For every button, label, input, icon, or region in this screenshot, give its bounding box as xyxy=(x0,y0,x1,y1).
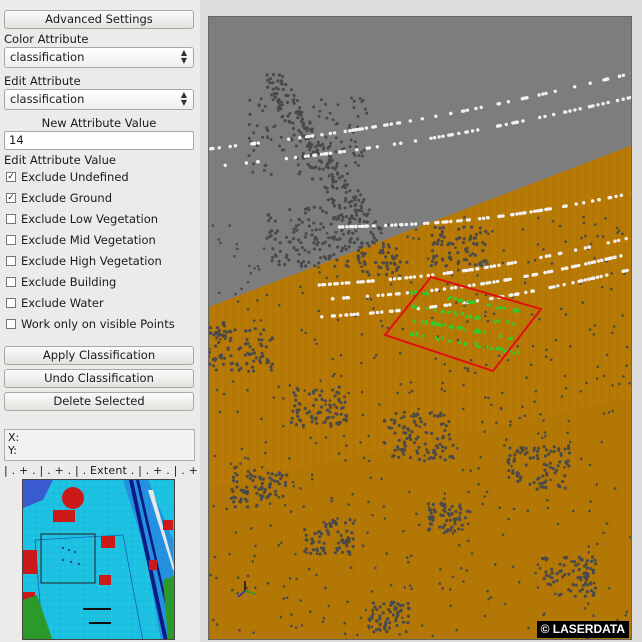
checkbox-checked[interactable]: ✓ xyxy=(6,193,16,203)
delete-selected-button[interactable]: Delete Selected xyxy=(4,392,194,411)
x-coordinate-label: X: xyxy=(8,431,20,444)
spin-arrows-icon: ▲ ▼ xyxy=(180,90,188,107)
minimap-image xyxy=(23,480,174,639)
color-attribute-label: Color Attribute xyxy=(4,32,89,46)
checkbox-row[interactable]: ✓ Exclude Undefined xyxy=(6,169,129,185)
checkbox-unchecked[interactable] xyxy=(6,256,16,266)
edit-attribute-select[interactable]: classification ▲ ▼ xyxy=(4,89,194,110)
checkbox-unchecked[interactable] xyxy=(6,214,16,224)
checkbox-unchecked[interactable] xyxy=(6,298,16,308)
checkbox-unchecked[interactable] xyxy=(6,277,16,287)
checkbox-unchecked[interactable] xyxy=(6,319,16,329)
checkbox-row[interactable]: Exclude Low Vegetation xyxy=(6,211,158,227)
checkbox-label: Exclude Undefined xyxy=(21,170,129,184)
extent-ruler: | . + . | . + . | . Extent . | . + . | .… xyxy=(4,464,214,477)
control-panel: Advanced Settings Color Attribute classi… xyxy=(0,0,213,642)
checkbox-row[interactable]: ✓ Exclude Ground xyxy=(6,190,112,206)
new-attribute-value-input[interactable]: 14 xyxy=(4,131,194,150)
point-cloud-render xyxy=(209,17,631,639)
checkbox-label: Exclude High Vegetation xyxy=(21,254,162,268)
checkbox-row[interactable]: Exclude Water xyxy=(6,295,104,311)
checkbox-unchecked[interactable] xyxy=(6,235,16,245)
spin-arrows-icon: ▲ ▼ xyxy=(180,48,188,65)
checkbox-label: Exclude Low Vegetation xyxy=(21,212,159,226)
advanced-settings-button[interactable]: Advanced Settings xyxy=(4,10,194,29)
checkbox-label: Exclude Building xyxy=(21,275,117,289)
checkbox-row[interactable]: Work only on visible Points xyxy=(6,316,175,332)
apply-classification-button[interactable]: Apply Classification xyxy=(4,346,194,365)
y-coordinate-label: Y: xyxy=(8,444,17,457)
new-attribute-value-label: New Attribute Value xyxy=(41,116,157,130)
checkbox-row[interactable]: Exclude Mid Vegetation xyxy=(6,232,156,248)
checkbox-label: Exclude Ground xyxy=(21,191,113,205)
color-attribute-value: classification xyxy=(10,50,85,64)
edit-attribute-value: classification xyxy=(10,92,85,106)
point-cloud-viewport[interactable]: © LASERDATA xyxy=(208,16,632,640)
edit-attribute-label: Edit Attribute xyxy=(4,74,81,88)
color-attribute-select[interactable]: classification ▲ ▼ xyxy=(4,47,194,68)
laserdata-watermark: © LASERDATA xyxy=(536,621,629,638)
edit-attribute-value-label: Edit Attribute Value xyxy=(4,153,116,167)
coordinate-readout: X: Y: xyxy=(4,429,195,461)
checkbox-row[interactable]: Exclude Building xyxy=(6,274,116,290)
undo-classification-button[interactable]: Undo Classification xyxy=(4,369,194,388)
checkbox-row[interactable]: Exclude High Vegetation xyxy=(6,253,162,269)
checkbox-checked[interactable]: ✓ xyxy=(6,172,16,182)
checkbox-label: Work only on visible Points xyxy=(21,317,175,331)
checkbox-label: Exclude Mid Vegetation xyxy=(21,233,156,247)
checkbox-label: Exclude Water xyxy=(21,296,104,310)
minimap[interactable] xyxy=(22,479,175,640)
